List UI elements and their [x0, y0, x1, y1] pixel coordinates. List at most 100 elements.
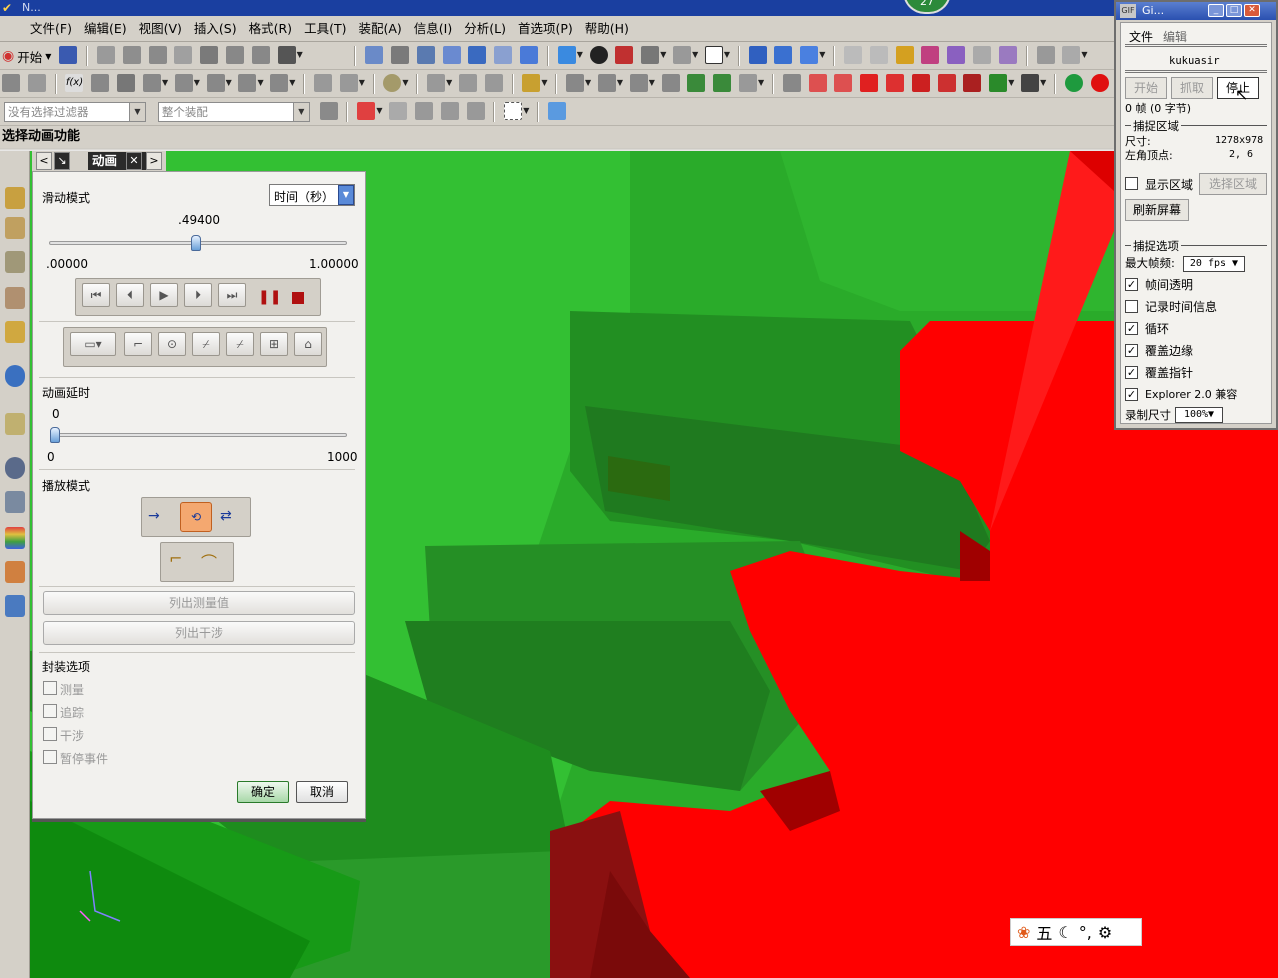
interference-checkbox[interactable]	[43, 727, 57, 741]
assembly-icon-2[interactable]	[774, 46, 793, 64]
scope-combo[interactable]: 整个装配 ▼	[157, 102, 310, 122]
list-interference-button[interactable]: 列出干涉	[43, 621, 355, 645]
interference-icon[interactable]: ⊙	[158, 332, 186, 356]
boolean-icon[interactable]	[313, 74, 332, 92]
select-feature-icon[interactable]	[466, 102, 485, 120]
menu-preferences[interactable]: 首选项(P)	[512, 19, 579, 39]
zoom-box-icon[interactable]	[390, 46, 409, 64]
next-frame-icon[interactable]	[885, 74, 904, 92]
ping-pong-icon[interactable]: ⇄	[220, 508, 232, 524]
minimize-icon[interactable]: _	[1208, 4, 1224, 17]
feature-icon[interactable]	[27, 74, 46, 92]
moon-icon[interactable]: ☾	[1058, 923, 1072, 942]
play-once-icon[interactable]: →	[148, 508, 160, 524]
chevron-down-icon[interactable]: ▼	[660, 46, 667, 64]
menu-help[interactable]: 帮助(H)	[579, 19, 635, 39]
zoom-icon[interactable]	[442, 46, 461, 64]
chevron-down-icon[interactable]: ▼	[819, 46, 826, 64]
menu-info[interactable]: 信息(I)	[408, 19, 458, 39]
maximize-icon[interactable]: □	[1226, 4, 1242, 17]
motion-icon[interactable]	[782, 74, 801, 92]
stop-icon[interactable]	[963, 74, 982, 92]
ime-mode-char[interactable]: 五	[1036, 920, 1052, 944]
binoculars-icon[interactable]	[277, 46, 296, 64]
chevron-down-icon[interactable]: ▼	[523, 102, 530, 120]
finish-flag-icon[interactable]	[1021, 74, 1040, 92]
trace-icon[interactable]: ⌐	[124, 332, 152, 356]
delay-slider-thumb[interactable]	[50, 427, 60, 443]
step-back-button[interactable]: ⏴	[116, 283, 144, 307]
menu-format[interactable]: 格式(R)	[243, 19, 298, 39]
opt-edges-checkbox[interactable]: ✓	[1125, 344, 1138, 357]
undo-icon[interactable]	[200, 46, 219, 64]
delete-icon[interactable]	[174, 46, 193, 64]
offset-icon[interactable]	[458, 74, 477, 92]
recorder-menu-edit[interactable]: 编辑	[1163, 28, 1187, 45]
menu-view[interactable]: 视图(V)	[133, 19, 188, 39]
close-icon[interactable]: ✕	[1244, 4, 1260, 17]
chevron-down-icon[interactable]: ▼	[1081, 46, 1088, 64]
snapshot-icon[interactable]	[1064, 74, 1083, 92]
point-icon[interactable]	[270, 74, 289, 92]
arrow-right-icon[interactable]	[713, 74, 732, 92]
motion-type-icon-1[interactable]: ⌐	[169, 549, 195, 575]
slide-mode-select[interactable]: 时间（秒） ▼	[269, 184, 355, 206]
snap-icon-1[interactable]	[843, 46, 862, 64]
chevron-down-icon[interactable]: ▼	[297, 46, 304, 64]
loop-icon[interactable]: ⟲	[180, 502, 212, 532]
chevron-down-icon[interactable]: ▼	[226, 74, 233, 92]
select-curve-icon[interactable]	[389, 102, 408, 120]
rect-select-icon[interactable]	[504, 102, 523, 120]
color-palette-icon[interactable]	[5, 527, 25, 549]
assembly-icon-1[interactable]	[748, 46, 767, 64]
extract-icon[interactable]	[383, 74, 402, 92]
selection-filter-icon[interactable]	[319, 102, 338, 120]
trim-icon[interactable]	[427, 74, 446, 92]
measure-dropdown-icon[interactable]: ▭▾	[70, 332, 116, 356]
chevron-down-icon[interactable]: ▼	[692, 46, 699, 64]
select-area-button[interactable]: 选择区域	[1199, 173, 1267, 195]
recorder-capture-button[interactable]: 抓取	[1171, 77, 1213, 99]
opt-timeinfo-checkbox[interactable]	[1125, 300, 1138, 313]
chevron-down-icon[interactable]: ▼	[1008, 74, 1015, 92]
graphics-window-right[interactable]	[1114, 430, 1278, 978]
opt-pointer-checkbox[interactable]: ✓	[1125, 366, 1138, 379]
time-slider-thumb[interactable]	[191, 235, 202, 251]
opt-transparent-checkbox[interactable]: ✓	[1125, 278, 1138, 291]
object-icon[interactable]	[629, 74, 648, 92]
last-frame-button[interactable]: ⏭	[218, 283, 246, 307]
section-view-icon[interactable]: ⊞	[260, 332, 288, 356]
chevron-down-icon[interactable]: ▼	[446, 74, 453, 92]
web-browser-icon[interactable]	[5, 365, 25, 387]
chevron-down-icon[interactable]: ▼	[585, 74, 592, 92]
chevron-down-icon[interactable]: ▼	[617, 74, 624, 92]
properties-icon[interactable]	[5, 491, 25, 513]
snap-point-icon[interactable]	[357, 102, 376, 120]
close-icon[interactable]: ✕	[126, 152, 142, 170]
tab-next-button[interactable]: >	[146, 152, 162, 170]
chevron-down-icon[interactable]: ▼	[289, 74, 296, 92]
chevron-down-icon[interactable]: ▼	[402, 74, 409, 92]
select-body-icon[interactable]	[440, 102, 459, 120]
chevron-down-icon[interactable]: ▼	[257, 74, 264, 92]
flag-icon[interactable]	[117, 74, 136, 92]
list-measurements-button[interactable]: 列出测量值	[43, 591, 355, 615]
menu-tools[interactable]: 工具(T)	[298, 19, 352, 39]
arrow-left-icon[interactable]	[687, 74, 706, 92]
first-frame-icon[interactable]	[808, 74, 827, 92]
tab-prev-button[interactable]: <	[36, 152, 52, 170]
perspective-icon[interactable]	[520, 46, 539, 64]
line-icon[interactable]	[91, 74, 110, 92]
gear-icon[interactable]: ⚙	[1098, 923, 1112, 942]
start-button[interactable]: ◉ 开始 ▼	[2, 46, 51, 66]
menu-file[interactable]: 文件(F)	[24, 19, 78, 39]
roles-icon[interactable]	[5, 561, 25, 583]
menu-analysis[interactable]: 分析(L)	[458, 19, 512, 39]
snap-icon-6[interactable]	[973, 46, 992, 64]
mechanism-icon-2[interactable]: ⌿	[226, 332, 254, 356]
measure-angle-icon[interactable]	[1062, 46, 1081, 64]
measure-icon[interactable]	[1036, 46, 1055, 64]
snap-icon-2[interactable]	[869, 46, 888, 64]
motion-type-icon-2[interactable]: ⌒	[201, 549, 227, 575]
punctuation-icon[interactable]: °,	[1079, 923, 1092, 942]
